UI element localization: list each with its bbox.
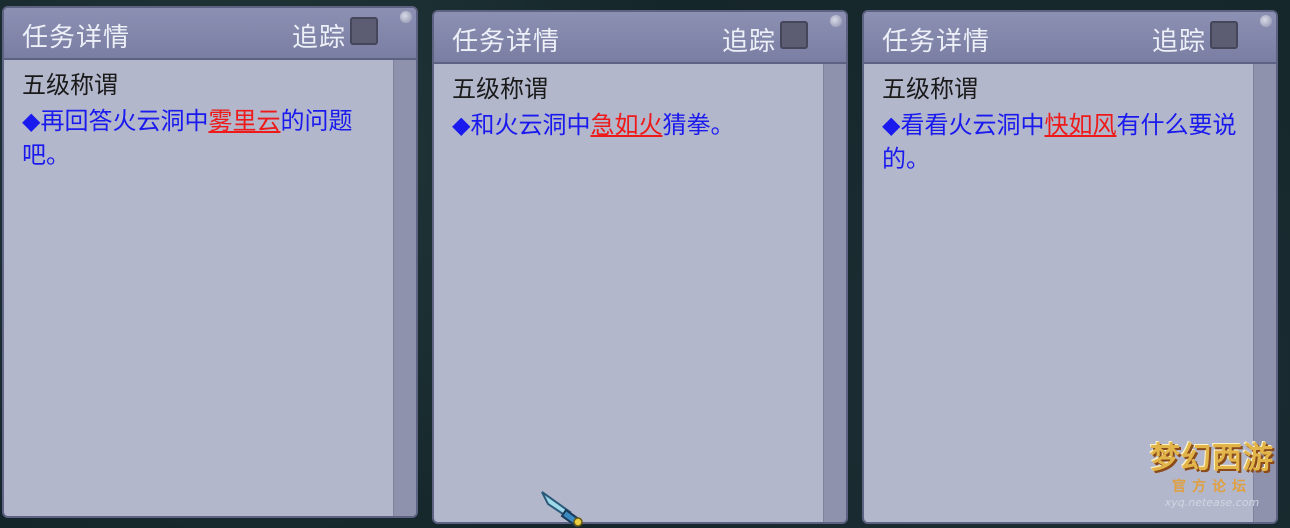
track-label: 追踪 [1151,27,1206,57]
task-name: 五级称谓 [882,75,978,103]
scrollbar[interactable] [393,60,416,516]
task-desc-suffix: 猜拳。 [662,111,735,139]
track-label: 追踪 [721,27,776,57]
task-description: ◆再回答火云洞中雾里云的问题吧。 [22,104,384,172]
sword-cursor-icon [541,491,583,528]
panel-title: 任务详情 [882,27,991,57]
task-content: 五级称谓 ◆和火云洞中急如火猜拳。 [452,72,814,142]
corner-ornament-icon [1260,15,1272,27]
track-checkbox-icon[interactable] [350,17,378,45]
panel-title: 任务详情 [22,23,131,53]
npc-link[interactable]: 雾里云 [208,107,280,135]
task-desc-prefix: ◆和火云洞中 [452,111,591,139]
npc-link[interactable]: 急如火 [590,111,662,139]
track-label: 追踪 [291,23,346,53]
task-detail-panel-2: 任务详情 追踪 五级称谓 ◆和火云洞中急如火猜拳。 [432,10,848,524]
track-checkbox-icon[interactable] [780,21,808,49]
corner-ornament-icon [830,15,842,27]
task-content: 五级称谓 ◆看看火云洞中快如风有什么要说的。 [882,72,1244,176]
watermark-url: xyq.netease.com [1164,496,1260,509]
task-description: ◆看看火云洞中快如风有什么要说的。 [882,108,1244,176]
panel-titlebar[interactable]: 任务详情 追踪 [4,8,416,60]
track-checkbox-icon[interactable] [1210,21,1238,49]
task-detail-panel-1: 任务详情 追踪 五级称谓 ◆再回答火云洞中雾里云的问题吧。 [2,6,418,518]
task-desc-prefix: ◆再回答火云洞中 [22,107,209,135]
task-desc-prefix: ◆看看火云洞中 [882,111,1045,139]
task-name: 五级称谓 [452,75,548,103]
panel-title: 任务详情 [452,27,561,57]
scrollbar[interactable] [823,64,846,522]
corner-ornament-icon [400,11,412,23]
task-content: 五级称谓 ◆再回答火云洞中雾里云的问题吧。 [22,68,384,172]
task-name: 五级称谓 [22,71,118,99]
panel-titlebar[interactable]: 任务详情 追踪 [434,12,846,64]
task-description: ◆和火云洞中急如火猜拳。 [452,108,814,142]
forum-watermark: 梦幻西游 官方论坛 xyq.netease.com [1144,440,1280,524]
panel-titlebar[interactable]: 任务详情 追踪 [864,12,1276,64]
npc-link[interactable]: 快如风 [1044,111,1116,139]
watermark-logo: 梦幻西游 [1150,441,1274,476]
watermark-subtitle: 官方论坛 [1172,479,1252,495]
